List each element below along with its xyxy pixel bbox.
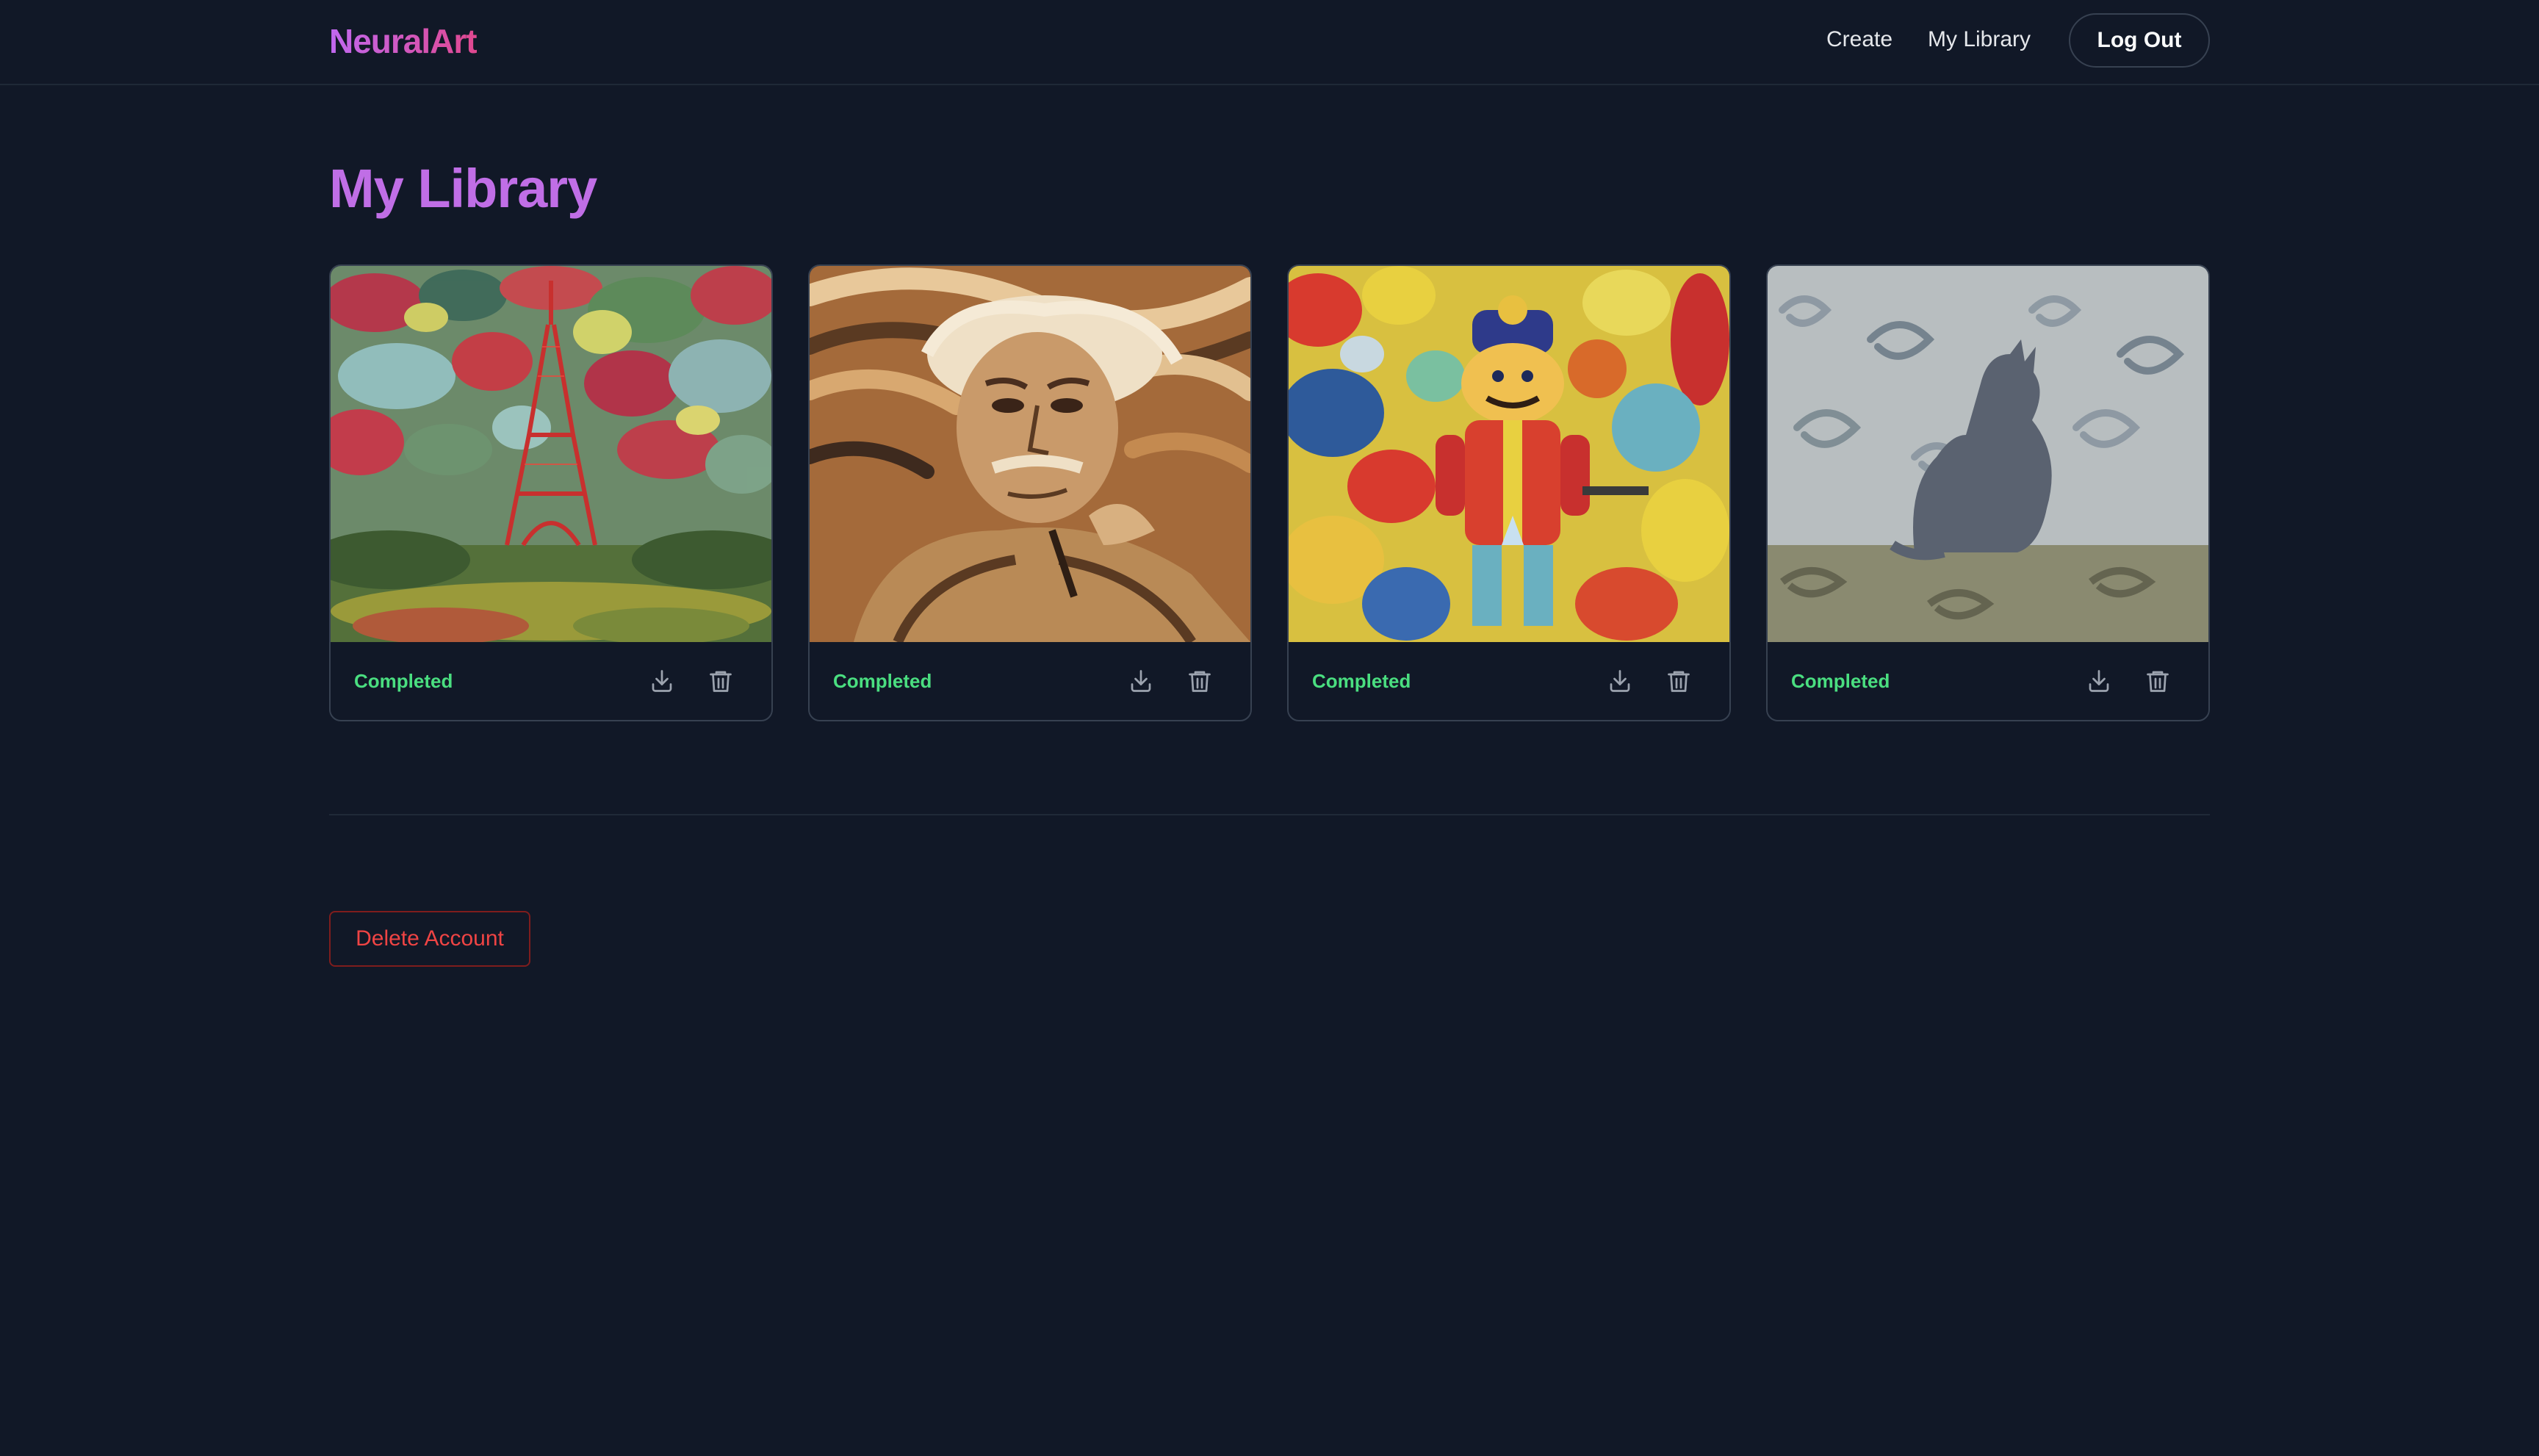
nav-my-library-link[interactable]: My Library [1928,22,2031,57]
card-footer: Completed [810,642,1250,720]
card-footer: Completed [331,642,771,720]
top-navbar: NeuralArt Create My Library Log Out [0,0,2539,85]
artwork-image-einstein-portrait[interactable] [810,266,1250,642]
download-icon [1131,670,1151,692]
delete-button[interactable] [1180,661,1220,701]
trash-icon [1668,671,1690,692]
download-button[interactable] [1121,661,1161,701]
delete-account-button[interactable]: Delete Account [329,911,530,967]
library-card: Completed [1766,264,2210,721]
status-badge: Completed [354,670,453,692]
section-divider [329,814,2210,815]
logo[interactable]: NeuralArt [329,18,478,65]
delete-button[interactable] [701,661,741,701]
card-footer: Completed [1289,642,1729,720]
library-card: Completed [329,264,773,721]
nav-create-link[interactable]: Create [1826,22,1892,57]
trash-icon [2147,671,2169,692]
status-badge: Completed [1312,670,1411,692]
download-icon [652,670,672,692]
artwork-image-eiffel-tower[interactable] [331,266,771,642]
artwork-image-cat-silhouette[interactable] [1768,266,2208,642]
trash-icon [1189,671,1211,692]
delete-button[interactable] [2138,661,2178,701]
artwork-image-nutcracker[interactable] [1289,266,1729,642]
page-title: My Library [329,158,597,219]
download-button[interactable] [642,661,682,701]
download-button[interactable] [1600,661,1640,701]
delete-button[interactable] [1659,661,1699,701]
status-badge: Completed [833,670,932,692]
library-card: Completed [1287,264,1731,721]
download-icon [2089,670,2109,692]
download-button[interactable] [2079,661,2119,701]
logout-button[interactable]: Log Out [2069,13,2210,68]
status-badge: Completed [1791,670,1890,692]
download-icon [1610,670,1630,692]
trash-icon [710,671,732,692]
card-footer: Completed [1768,642,2208,720]
library-card: Completed [808,264,1252,721]
